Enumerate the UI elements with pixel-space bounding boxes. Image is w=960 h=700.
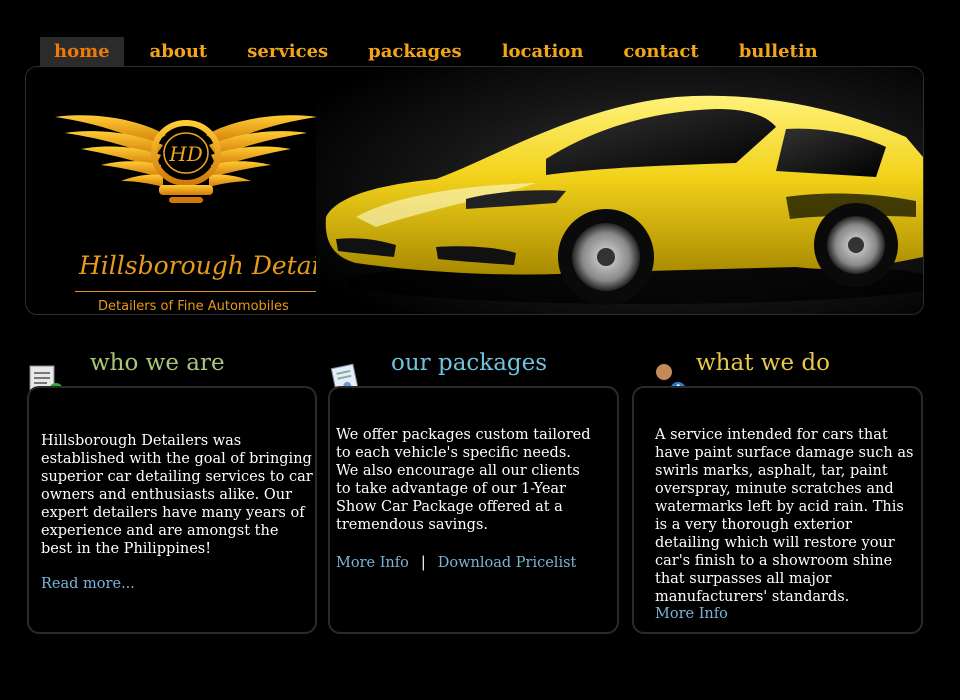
nav-about[interactable]: about [136, 37, 222, 67]
download-pricelist-link[interactable]: Download Pricelist [438, 555, 577, 571]
who-we-are-box: Hillsborough Detailers was established w… [27, 386, 317, 634]
brand-tagline: Detailers of Fine Automobiles [98, 299, 289, 314]
package-links: More Info | Download Pricelist [336, 552, 576, 571]
what-we-do-text: A service intended for cars that have pa… [655, 427, 914, 605]
our-packages-box: We offer packages custom tailored to eac… [328, 386, 619, 634]
nav-bulletin[interactable]: bulletin [725, 37, 832, 67]
packages-more-info-link[interactable]: More Info [336, 555, 409, 571]
what-we-do-box: A service intended for cars that have pa… [632, 386, 923, 634]
nav-packages[interactable]: packages [354, 37, 476, 67]
link-separator: | [420, 555, 426, 571]
brand-logo: HD Hillsborough Detailers Detailers of F… [51, 105, 367, 314]
nav-location[interactable]: location [488, 37, 598, 67]
what-we-do-more-info-link[interactable]: More Info [655, 606, 728, 622]
nav-contact[interactable]: contact [609, 37, 712, 67]
who-we-are-text: Hillsborough Detailers was established w… [41, 433, 313, 557]
brand-divider [75, 291, 325, 292]
main-nav: home about services packages location co… [40, 37, 844, 67]
nav-services[interactable]: services [233, 37, 342, 67]
who-we-are-title: who we are [90, 350, 225, 376]
read-more-link[interactable]: Read more... [41, 576, 135, 592]
our-packages-title: our packages [391, 350, 548, 376]
yellow-sports-car-image [316, 67, 923, 314]
winged-logo-icon: HD [55, 115, 317, 203]
nav-home[interactable]: home [40, 37, 124, 67]
logo-monogram: HD [168, 142, 202, 166]
our-packages-text: We offer packages custom tailored to eac… [336, 427, 591, 533]
header-banner: HD Hillsborough Detailers Detailers of F… [25, 66, 924, 315]
what-we-do-title: what we do [696, 350, 830, 376]
